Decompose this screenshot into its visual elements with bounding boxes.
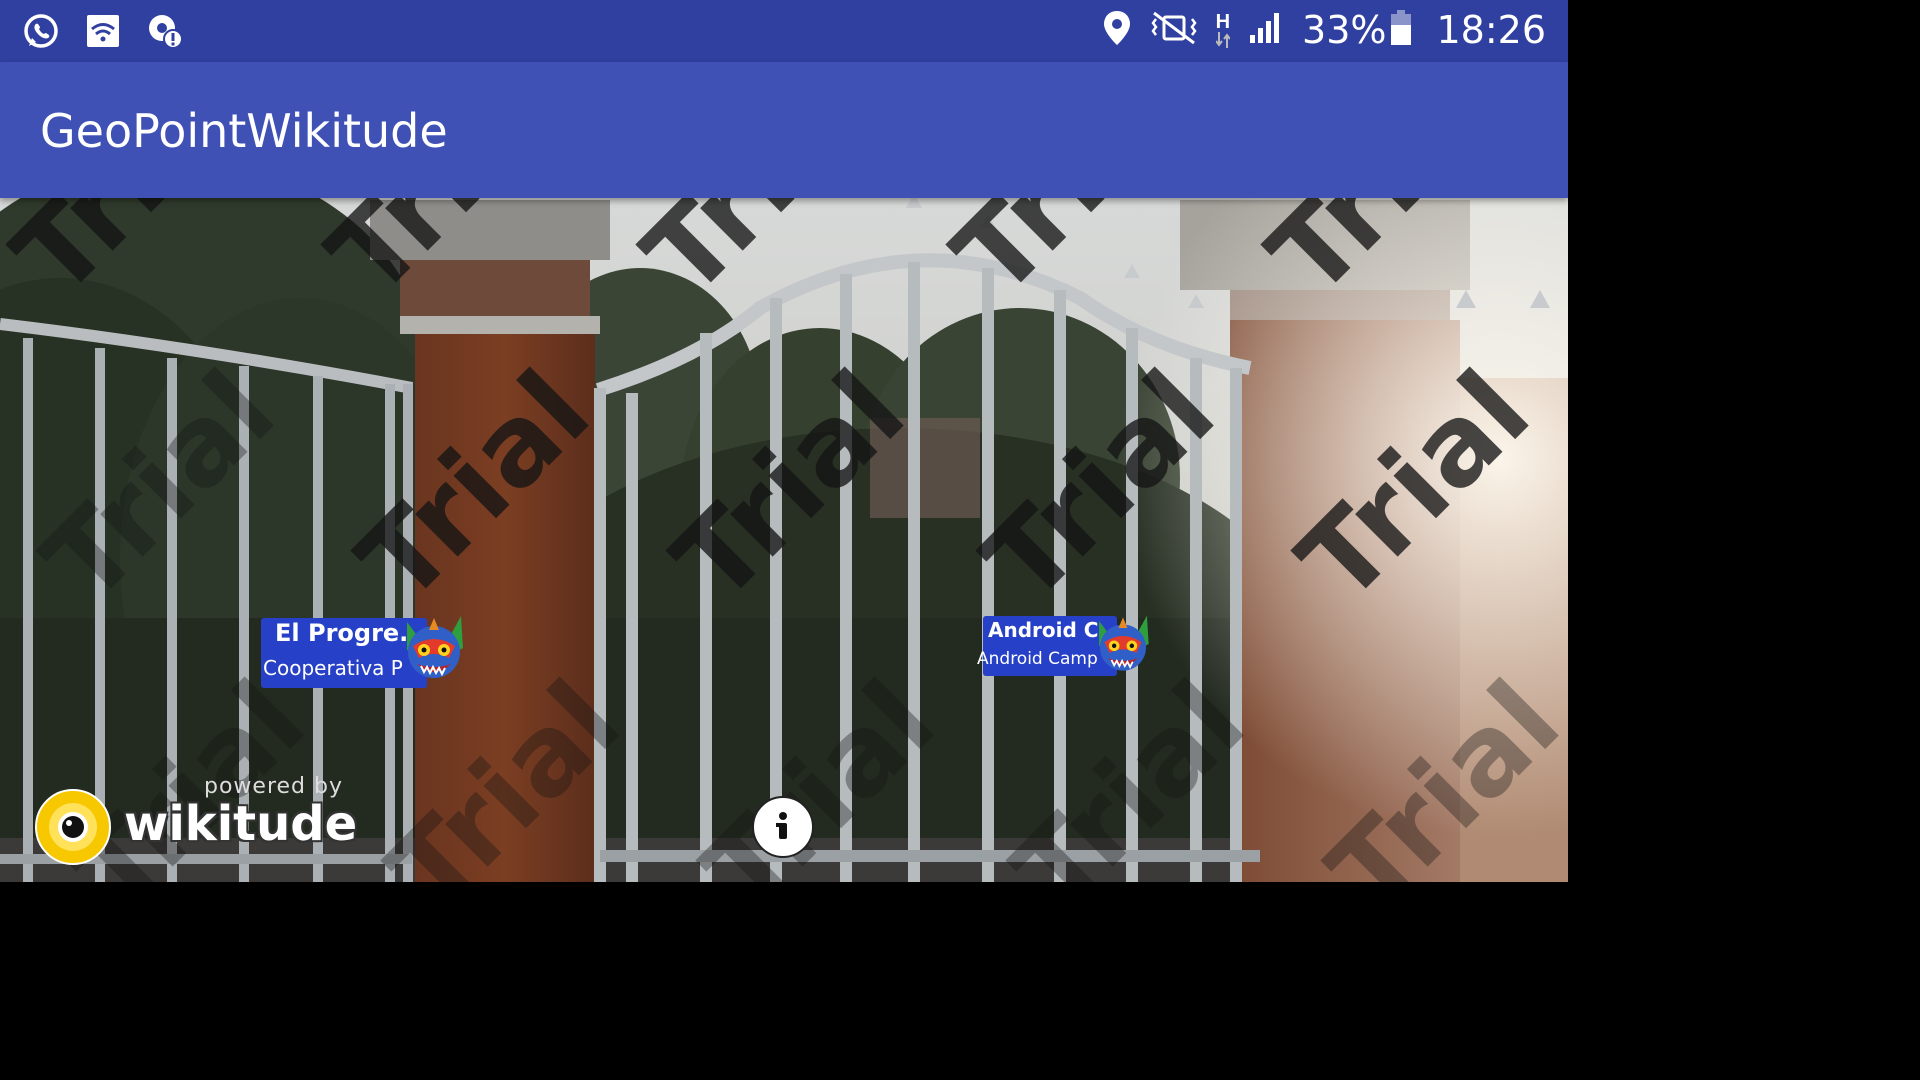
whatsapp-icon [22, 12, 60, 55]
app-title: GeoPointWikitude [40, 104, 448, 158]
battery-percent: 33% [1302, 8, 1387, 52]
location-alert-icon [146, 12, 184, 55]
dragon-mask-icon [1092, 612, 1154, 681]
info-button[interactable] [752, 796, 814, 858]
wikitude-eye-icon [34, 788, 112, 866]
status-bar: H 33% 18:26 [0, 0, 1568, 62]
location-icon [1102, 9, 1132, 52]
wifi-file-icon [86, 14, 120, 53]
poi-marker[interactable]: El Progre... Cooperativa P [261, 616, 466, 690]
dragon-mask-icon [399, 612, 469, 689]
info-icon [754, 798, 812, 861]
clock: 18:26 [1436, 8, 1546, 52]
signal-icon [1248, 11, 1284, 50]
battery-icon [1390, 9, 1412, 51]
poi-description: Android Camp [977, 649, 1098, 669]
app-bar: GeoPointWikitude [0, 62, 1568, 198]
poi-description: Cooperativa P [263, 656, 403, 680]
wikitude-wordmark: wikitude [124, 796, 358, 852]
poi-marker[interactable]: Android C... Android Camp [976, 615, 1154, 680]
network-h-icon: H [1216, 12, 1230, 48]
vibrate-icon [1150, 11, 1198, 50]
